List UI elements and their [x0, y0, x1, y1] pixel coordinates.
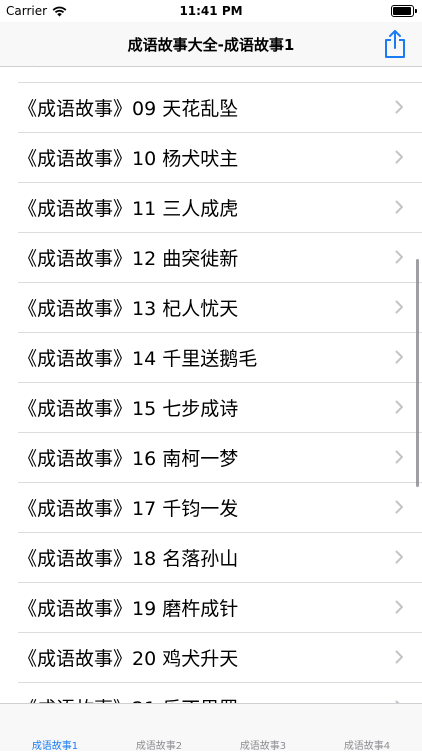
list-item[interactable]: 《成语故事》19 磨杵成针	[18, 583, 422, 633]
list-item-label: 《成语故事》15 七步成诗	[18, 398, 239, 420]
chevron-right-icon	[395, 200, 403, 214]
chevron-right-icon	[395, 600, 403, 614]
list-item-label: 《成语故事》20 鸡犬升天	[18, 648, 239, 670]
scroll-indicator[interactable]	[416, 259, 419, 487]
chevron-right-icon	[395, 300, 403, 314]
list-item[interactable]: 《成语故事》18 名落孙山	[18, 533, 422, 583]
battery-icon	[391, 5, 417, 17]
list-item[interactable]: 《成语故事》15 七步成诗	[18, 383, 422, 433]
list-item[interactable]: 《成语故事》16 南柯一梦	[18, 433, 422, 483]
list-item[interactable]: 《成语故事》12 曲突徙新	[18, 233, 422, 283]
list-item-label: 《成语故事》11 三人成虎	[18, 198, 239, 220]
list-item-label: 《成语故事》16 南柯一梦	[18, 448, 239, 470]
chevron-right-icon	[395, 500, 403, 514]
list-item[interactable]: 《成语故事》17 千钧一发	[18, 483, 422, 533]
list-item-label: 《成语故事》18 名落孙山	[18, 548, 239, 570]
list-item-label: 《成语故事》19 磨杵成针	[18, 598, 239, 620]
share-button[interactable]	[382, 29, 408, 59]
list-item[interactable]: 《成语故事》08 松鼠偷粥	[18, 67, 422, 83]
chevron-right-icon	[395, 350, 403, 364]
chevron-right-icon	[395, 250, 403, 264]
story-list-content: 《成语故事》08 松鼠偷粥《成语故事》09 天花乱坠《成语故事》10 杨犬吠主《…	[0, 67, 422, 703]
chevron-right-icon	[395, 100, 403, 114]
tab-bar: 成语故事1 成语故事2 成语故事3 成语故事4	[0, 703, 422, 752]
navigation-bar: 成语故事大全-成语故事1	[0, 22, 422, 67]
list-item-label: 《成语故事》08 松鼠偷粥	[18, 67, 422, 71]
list-item-label: 《成语故事》14 千里送鹅毛	[18, 348, 258, 370]
list-item-label: 《成语故事》09 天花乱坠	[18, 98, 239, 120]
list-item[interactable]: 《成语故事》11 三人成虎	[18, 183, 422, 233]
list-item[interactable]: 《成语故事》09 天花乱坠	[18, 83, 422, 133]
list-item-label: 《成语故事》21 乐不思蜀	[18, 694, 422, 703]
page-title: 成语故事大全-成语故事1	[127, 36, 295, 54]
list-item[interactable]: 《成语故事》14 千里送鹅毛	[18, 333, 422, 383]
list-item[interactable]: 《成语故事》20 鸡犬升天	[18, 633, 422, 683]
list-item[interactable]: 《成语故事》21 乐不思蜀	[18, 683, 422, 703]
chevron-right-icon	[395, 650, 403, 664]
list-item-label: 《成语故事》17 千钧一发	[18, 498, 239, 520]
story-list[interactable]: 《成语故事》08 松鼠偷粥《成语故事》09 天花乱坠《成语故事》10 杨犬吠主《…	[0, 67, 422, 703]
list-item-label: 《成语故事》13 杞人忧天	[18, 298, 239, 320]
status-time: 11:41 PM	[179, 4, 243, 18]
list-item-label: 《成语故事》12 曲突徙新	[18, 248, 239, 270]
chevron-right-icon	[395, 450, 403, 464]
list-item[interactable]: 《成语故事》13 杞人忧天	[18, 283, 422, 333]
status-bar: Carrier 11:41 PM	[0, 0, 422, 22]
chevron-right-icon	[395, 150, 403, 164]
chevron-right-icon	[395, 550, 403, 564]
share-icon	[385, 30, 405, 58]
list-item[interactable]: 《成语故事》10 杨犬吠主	[18, 133, 422, 183]
list-item-label: 《成语故事》10 杨犬吠主	[18, 148, 239, 170]
chevron-right-icon	[395, 400, 403, 414]
